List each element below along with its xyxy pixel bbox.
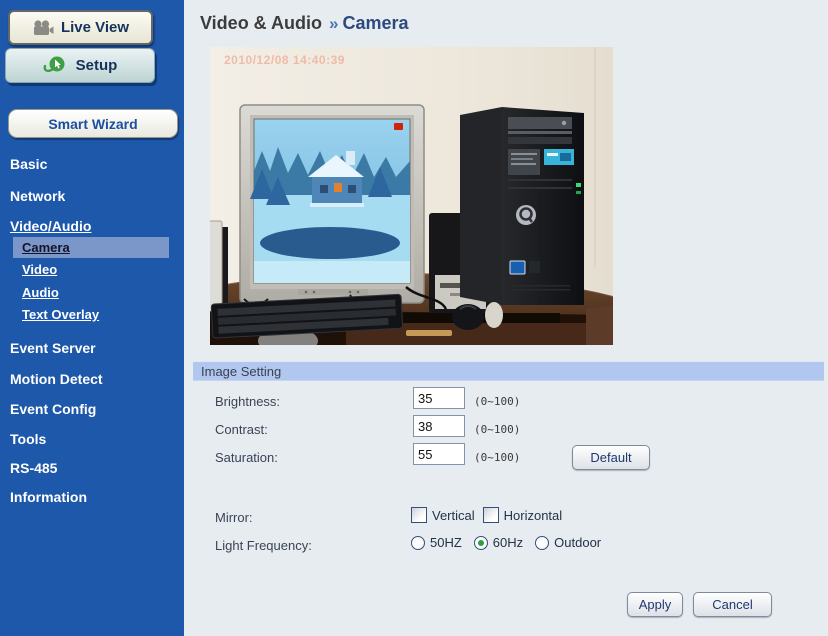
light-60hz-radio[interactable] [473, 535, 488, 550]
sidebar-item-motion-detect[interactable]: Motion Detect [10, 371, 103, 387]
sidebar-item-camera[interactable]: Camera [13, 237, 169, 258]
sidebar-item-video-audio[interactable]: Video/Audio [10, 218, 91, 234]
contrast-label: Contrast: [215, 422, 268, 437]
light-60hz-label: 60Hz [492, 535, 524, 550]
light-50hz-radio[interactable] [411, 535, 425, 550]
breadcrumb-section: Video & Audio [200, 13, 323, 33]
breadcrumb: Video & Audio » Camera [200, 13, 409, 34]
live-view-label: Live View [60, 19, 130, 36]
camera-setup-page: Live View Setup Smart Wizard Basic Netwo… [0, 0, 828, 636]
sidebar-item-network[interactable]: Network [10, 188, 65, 204]
saturation-label: Saturation: [215, 450, 278, 465]
mirror-options: Vertical Horizontal [411, 507, 574, 523]
sidebar-item-information[interactable]: Information [10, 489, 87, 505]
sidebar-item-text-overlay[interactable]: Text Overlay [22, 307, 99, 322]
video-camera-icon [32, 19, 54, 36]
brightness-range-hint: (0~100) [474, 395, 521, 408]
default-button[interactable]: Default [572, 445, 650, 470]
sidebar-item-rs-485[interactable]: RS-485 [10, 460, 57, 476]
contrast-range-hint: (0~100) [474, 423, 521, 436]
camera-preview-image [210, 47, 613, 345]
mirror-vertical-checkbox[interactable] [411, 507, 427, 523]
sidebar: Live View Setup Smart Wizard Basic Netwo… [0, 0, 184, 636]
sidebar-item-event-config[interactable]: Event Config [10, 401, 96, 417]
brightness-input[interactable] [413, 387, 465, 409]
light-outdoor-radio[interactable] [535, 535, 550, 550]
sidebar-item-basic[interactable]: Basic [10, 156, 47, 172]
mirror-horizontal-checkbox[interactable] [482, 507, 499, 523]
image-setting-section-header: Image Setting [193, 361, 824, 381]
light-frequency-label: Light Frequency: [215, 538, 312, 553]
light-outdoor-label: Outdoor [554, 535, 602, 550]
smart-wizard-button[interactable]: Smart Wizard [8, 109, 178, 138]
chevron-separator-icon: » [329, 14, 339, 33]
mirror-vertical-label: Vertical [432, 507, 475, 523]
apply-button[interactable]: Apply [627, 592, 683, 617]
mirror-label: Mirror: [215, 510, 253, 525]
live-view-button[interactable]: Live View [8, 10, 153, 45]
mirror-horizontal-label: Horizontal [503, 507, 563, 523]
cancel-button[interactable]: Cancel [693, 592, 772, 617]
sidebar-item-camera-label: Camera [22, 240, 70, 255]
sidebar-item-video[interactable]: Video [22, 262, 57, 277]
light-frequency-options: 50HZ 60Hz Outdoor [411, 535, 613, 550]
setup-pointer-icon [43, 55, 69, 77]
setup-label: Setup [75, 57, 118, 74]
saturation-range-hint: (0~100) [474, 451, 521, 464]
smart-wizard-label: Smart Wizard [48, 115, 138, 132]
sidebar-item-audio[interactable]: Audio [22, 285, 59, 300]
light-50hz-label: 50HZ [430, 535, 462, 550]
contrast-input[interactable] [413, 415, 465, 437]
page-title: Camera [342, 13, 409, 33]
setup-button[interactable]: Setup [5, 48, 155, 83]
sidebar-item-event-server[interactable]: Event Server [10, 340, 96, 356]
camera-preview: 2010/12/08 14:40:39 [210, 47, 613, 345]
timestamp-overlay: 2010/12/08 14:40:39 [224, 53, 345, 67]
saturation-input[interactable] [413, 443, 465, 465]
sidebar-item-tools[interactable]: Tools [10, 431, 46, 447]
brightness-label: Brightness: [215, 394, 281, 409]
